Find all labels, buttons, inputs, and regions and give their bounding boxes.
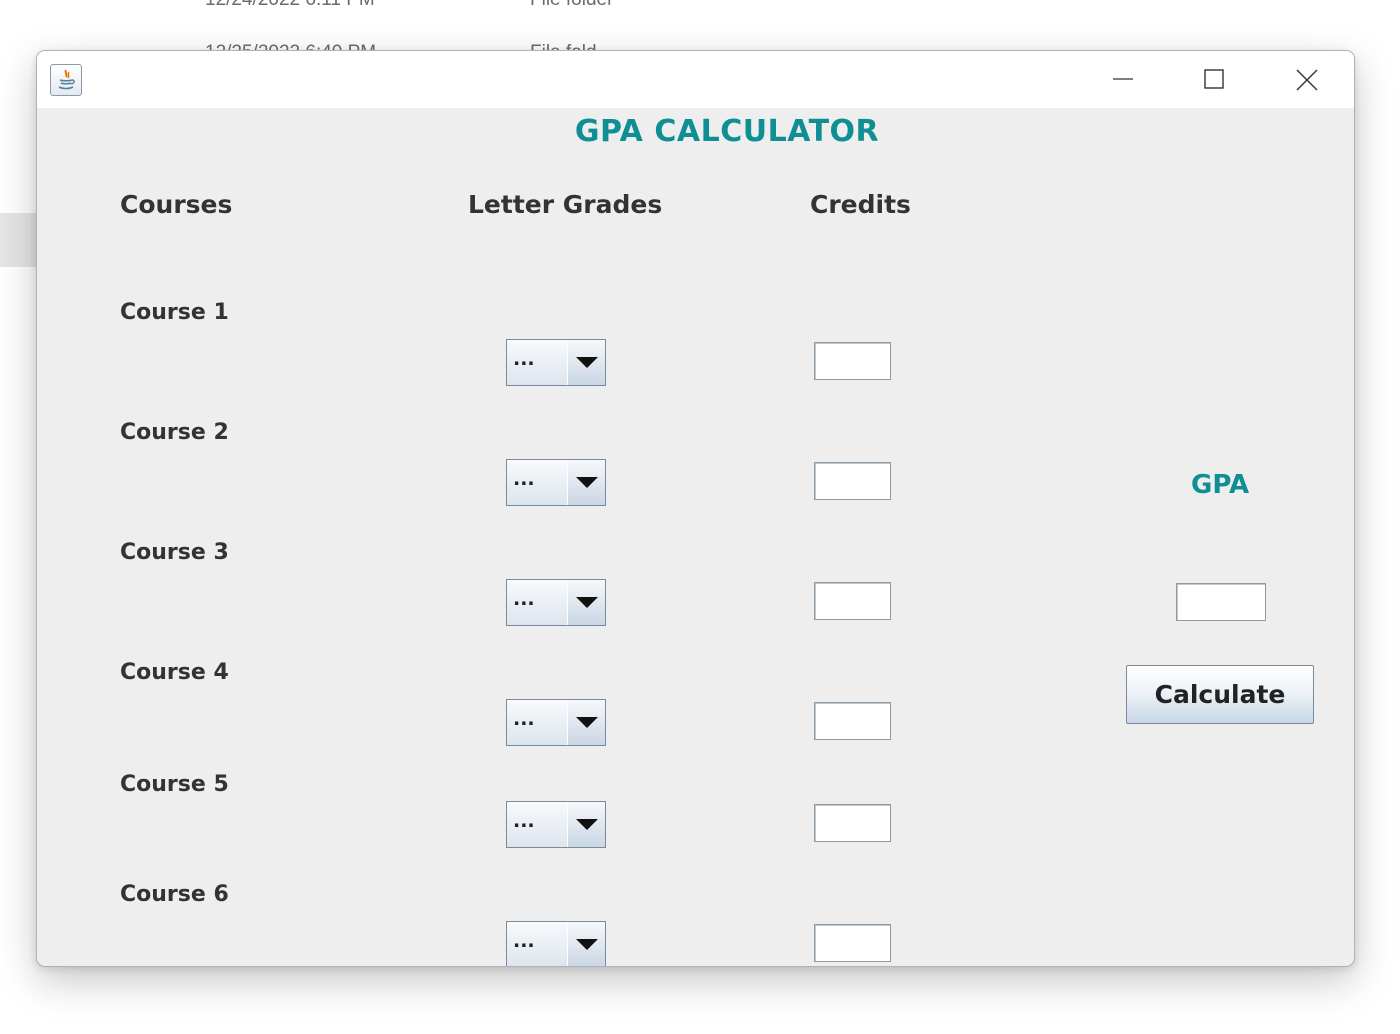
credits-header: Credits (810, 190, 911, 219)
grade-selected-value: ... (507, 580, 568, 625)
course-label: Course 6 (120, 882, 229, 907)
chevron-down-icon[interactable] (567, 580, 605, 625)
grade-selected-value: ... (507, 802, 568, 847)
chevron-down-icon[interactable] (567, 340, 605, 385)
grade-selected-value: ... (507, 700, 568, 745)
grade-combobox[interactable]: ... (506, 339, 606, 386)
chevron-down-icon[interactable] (567, 922, 605, 966)
content-panel: GPA CALCULATOR Courses Letter Grades Cre… (37, 108, 1354, 966)
course-label: Course 4 (120, 660, 229, 685)
bg-selection (0, 213, 36, 267)
title-bar[interactable] (37, 51, 1354, 108)
grade-combobox[interactable]: ... (506, 459, 606, 506)
app-title: GPA CALCULATOR (574, 114, 880, 149)
gpa-calculator-window: GPA CALCULATOR Courses Letter Grades Cre… (36, 50, 1355, 967)
chevron-down-icon[interactable] (567, 460, 605, 505)
bg-row1-type: File folder (530, 0, 613, 11)
course-label: Course 1 (120, 300, 229, 325)
letter-grades-header: Letter Grades (468, 190, 663, 219)
credits-input[interactable] (814, 342, 891, 380)
credits-input[interactable] (814, 462, 891, 500)
credits-input[interactable] (814, 804, 891, 842)
calculate-button[interactable]: Calculate (1126, 665, 1314, 724)
grade-combobox[interactable]: ... (506, 699, 606, 746)
maximize-icon (1204, 69, 1224, 89)
grade-selected-value: ... (507, 460, 568, 505)
chevron-down-icon[interactable] (567, 700, 605, 745)
grade-selected-value: ... (507, 922, 568, 966)
minimize-icon (1113, 78, 1133, 80)
gpa-output-field[interactable] (1176, 583, 1266, 621)
minimize-button[interactable] (1101, 63, 1145, 95)
grade-combobox[interactable]: ... (506, 801, 606, 848)
course-label: Course 5 (120, 772, 229, 797)
course-label: Course 3 (120, 540, 229, 565)
credits-input[interactable] (814, 582, 891, 620)
close-button[interactable] (1284, 63, 1328, 95)
chevron-down-icon[interactable] (567, 802, 605, 847)
course-label: Course 2 (120, 420, 229, 445)
grade-combobox[interactable]: ... (506, 579, 606, 626)
maximize-button[interactable] (1192, 63, 1236, 95)
credits-input[interactable] (814, 924, 891, 962)
grade-combobox[interactable]: ... (506, 921, 606, 966)
java-icon[interactable] (50, 64, 82, 96)
credits-input[interactable] (814, 702, 891, 740)
gpa-label: GPA (1191, 470, 1250, 500)
grade-selected-value: ... (507, 340, 568, 385)
bg-row1-date: 12/24/2022 6:11 PM (205, 0, 375, 11)
courses-header: Courses (120, 190, 233, 219)
close-icon (1296, 69, 1318, 91)
